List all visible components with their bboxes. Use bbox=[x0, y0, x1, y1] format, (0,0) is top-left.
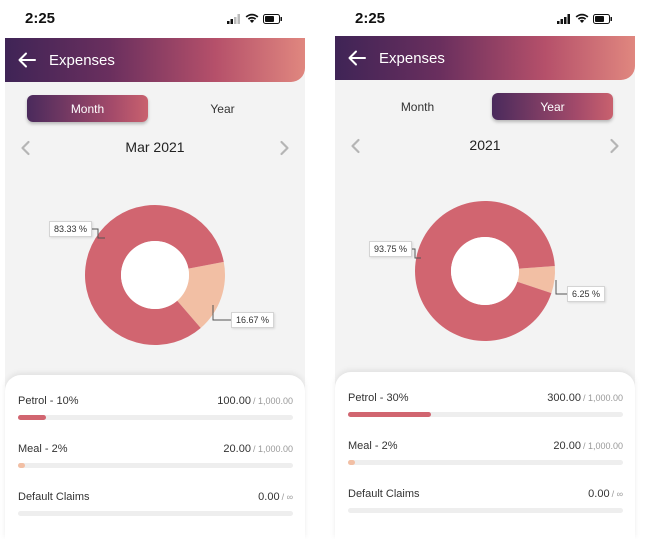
progress-fill bbox=[348, 412, 431, 417]
expense-item-petrol[interactable]: Petrol - 10% 100.00/ 1,000.00 bbox=[18, 395, 293, 439]
amount-value: 20.00 bbox=[553, 440, 581, 452]
progress-fill bbox=[18, 415, 46, 420]
expense-item-petrol[interactable]: Petrol - 30% 300.00/ 1,000.00 bbox=[348, 392, 623, 436]
progress-track bbox=[348, 412, 623, 417]
expense-item-amount: 300.00/ 1,000.00 bbox=[547, 392, 623, 404]
expense-item-label: Petrol - 30% bbox=[348, 392, 409, 404]
progress-fill bbox=[18, 463, 25, 468]
amount-limit: / 1,000.00 bbox=[252, 444, 293, 454]
amount-value: 20.00 bbox=[223, 443, 251, 455]
chart-label-petrol: 93.75 % bbox=[369, 241, 413, 257]
expense-item-amount: 0.00/ ∞ bbox=[588, 488, 623, 500]
expense-list-card: Petrol - 30% 300.00/ 1,000.00 Meal - 2% … bbox=[335, 372, 635, 539]
expense-item-label: Default Claims bbox=[348, 488, 420, 500]
expense-item-default-claims[interactable]: Default Claims 0.00/ ∞ bbox=[18, 491, 293, 535]
progress-track bbox=[18, 415, 293, 420]
expense-item-amount: 20.00/ 1,000.00 bbox=[553, 440, 623, 452]
expense-item-default-claims[interactable]: Default Claims 0.00/ ∞ bbox=[348, 488, 623, 532]
progress-track bbox=[348, 460, 623, 465]
amount-value: 0.00 bbox=[258, 491, 280, 503]
amount-limit: / ∞ bbox=[281, 492, 293, 502]
chart-label-meal: 6.25 % bbox=[567, 286, 606, 302]
amount-limit: / ∞ bbox=[611, 489, 623, 499]
progress-track bbox=[18, 463, 293, 468]
progress-track bbox=[18, 511, 293, 516]
expense-list-card: Petrol - 10% 100.00/ 1,000.00 Meal - 2% … bbox=[5, 375, 305, 539]
expense-item-meal[interactable]: Meal - 2% 20.00/ 1,000.00 bbox=[348, 440, 623, 484]
expense-item-amount: 20.00/ 1,000.00 bbox=[223, 443, 293, 455]
amount-value: 0.00 bbox=[588, 488, 610, 500]
chart-label-petrol: 83.33 % bbox=[49, 221, 93, 237]
expense-item-amount: 100.00/ 1,000.00 bbox=[217, 395, 293, 407]
chart-label-meal: 16.67 % bbox=[231, 312, 275, 328]
expense-item-label: Default Claims bbox=[18, 491, 90, 503]
amount-value: 100.00 bbox=[217, 395, 251, 407]
expense-item-label: Meal - 2% bbox=[348, 440, 398, 452]
progress-track bbox=[348, 508, 623, 513]
expense-item-amount: 0.00/ ∞ bbox=[258, 491, 293, 503]
amount-limit: / 1,000.00 bbox=[582, 441, 623, 451]
expense-item-label: Petrol - 10% bbox=[18, 395, 79, 407]
progress-fill bbox=[348, 460, 355, 465]
amount-limit: / 1,000.00 bbox=[582, 393, 623, 403]
expense-item-meal[interactable]: Meal - 2% 20.00/ 1,000.00 bbox=[18, 443, 293, 487]
phone-screen-month: 2:25 Expenses Month Year Mar 2021 83.33 … bbox=[5, 0, 305, 539]
amount-limit: / 1,000.00 bbox=[252, 396, 293, 406]
phone-screen-year: 2:25 Expenses Month Year 2021 93.75 % 6.… bbox=[335, 0, 635, 539]
amount-value: 300.00 bbox=[547, 392, 581, 404]
expense-item-label: Meal - 2% bbox=[18, 443, 68, 455]
